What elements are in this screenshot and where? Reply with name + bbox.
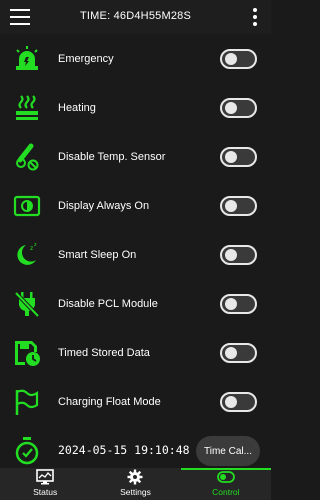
- toggle-label: Smart Sleep On: [58, 248, 137, 261]
- charging-float-switch[interactable]: [220, 391, 257, 412]
- bottom-navigation: Status Settings Control: [0, 468, 272, 500]
- timer-icon: [12, 436, 42, 466]
- tab-label: Settings: [120, 487, 151, 497]
- plug-off-icon: [12, 289, 42, 319]
- heating-icon: [12, 93, 42, 123]
- toggle-row-heating[interactable]: Heating: [0, 83, 271, 132]
- toggle-label: Charging Float Mode: [58, 395, 161, 408]
- svg-text:z: z: [30, 245, 33, 252]
- device-datetime: 2024-05-15 19:10:48: [58, 443, 190, 457]
- toggle-row-smart-sleep[interactable]: z z Smart Sleep On: [0, 230, 271, 279]
- emergency-switch[interactable]: [220, 48, 257, 69]
- control-list: Emergency Heating Disable Temp. Sensor D…: [0, 34, 271, 475]
- tab-label: Status: [33, 487, 58, 497]
- toggle-row-emergency[interactable]: Emergency: [0, 34, 271, 83]
- toggle-label: Timed Stored Data: [58, 346, 150, 359]
- toggle-row-timed-stored-data[interactable]: Timed Stored Data: [0, 328, 271, 377]
- save-clock-icon: [12, 338, 42, 368]
- toggle-row-disable-pcl[interactable]: Disable PCL Module: [0, 279, 271, 328]
- monitor-chart-icon: [36, 469, 54, 485]
- flag-icon: [12, 387, 42, 417]
- toggle-icon: [216, 471, 235, 483]
- toggle-row-display-always-on[interactable]: Display Always On: [0, 181, 271, 230]
- thermometer-off-icon: [12, 142, 42, 172]
- app-bar: TIME: 46D4H55M28S: [0, 0, 271, 34]
- moon-sleep-icon: z z: [12, 240, 42, 270]
- toggle-label: Disable Temp. Sensor: [58, 150, 166, 163]
- toggle-label: Heating: [58, 101, 96, 114]
- tab-control[interactable]: Control: [180, 468, 272, 500]
- heating-switch[interactable]: [220, 97, 257, 118]
- page-title: TIME: 46D4H55M28S: [80, 10, 191, 22]
- tab-status[interactable]: Status: [0, 468, 90, 500]
- gear-icon: [127, 469, 143, 485]
- timed-stored-data-switch[interactable]: [220, 342, 257, 363]
- time-calibrate-button[interactable]: Time Cal...: [196, 436, 260, 466]
- toggle-label: Display Always On: [58, 199, 150, 212]
- toggle-label: Emergency: [58, 52, 114, 65]
- display-always-on-switch[interactable]: [220, 195, 257, 216]
- svg-text:z: z: [34, 242, 37, 248]
- toggle-row-charging-float[interactable]: Charging Float Mode: [0, 377, 271, 426]
- siren-icon: [12, 44, 42, 74]
- disable-pcl-switch[interactable]: [220, 293, 257, 314]
- disable-temp-sensor-switch[interactable]: [220, 146, 257, 167]
- toggle-label: Disable PCL Module: [58, 297, 158, 310]
- tab-settings[interactable]: Settings: [90, 468, 180, 500]
- display-brightness-icon: [12, 191, 42, 221]
- smart-sleep-switch[interactable]: [220, 244, 257, 265]
- toggle-row-disable-temp-sensor[interactable]: Disable Temp. Sensor: [0, 132, 271, 181]
- more-options-icon[interactable]: [253, 8, 257, 26]
- tab-label: Control: [212, 487, 240, 497]
